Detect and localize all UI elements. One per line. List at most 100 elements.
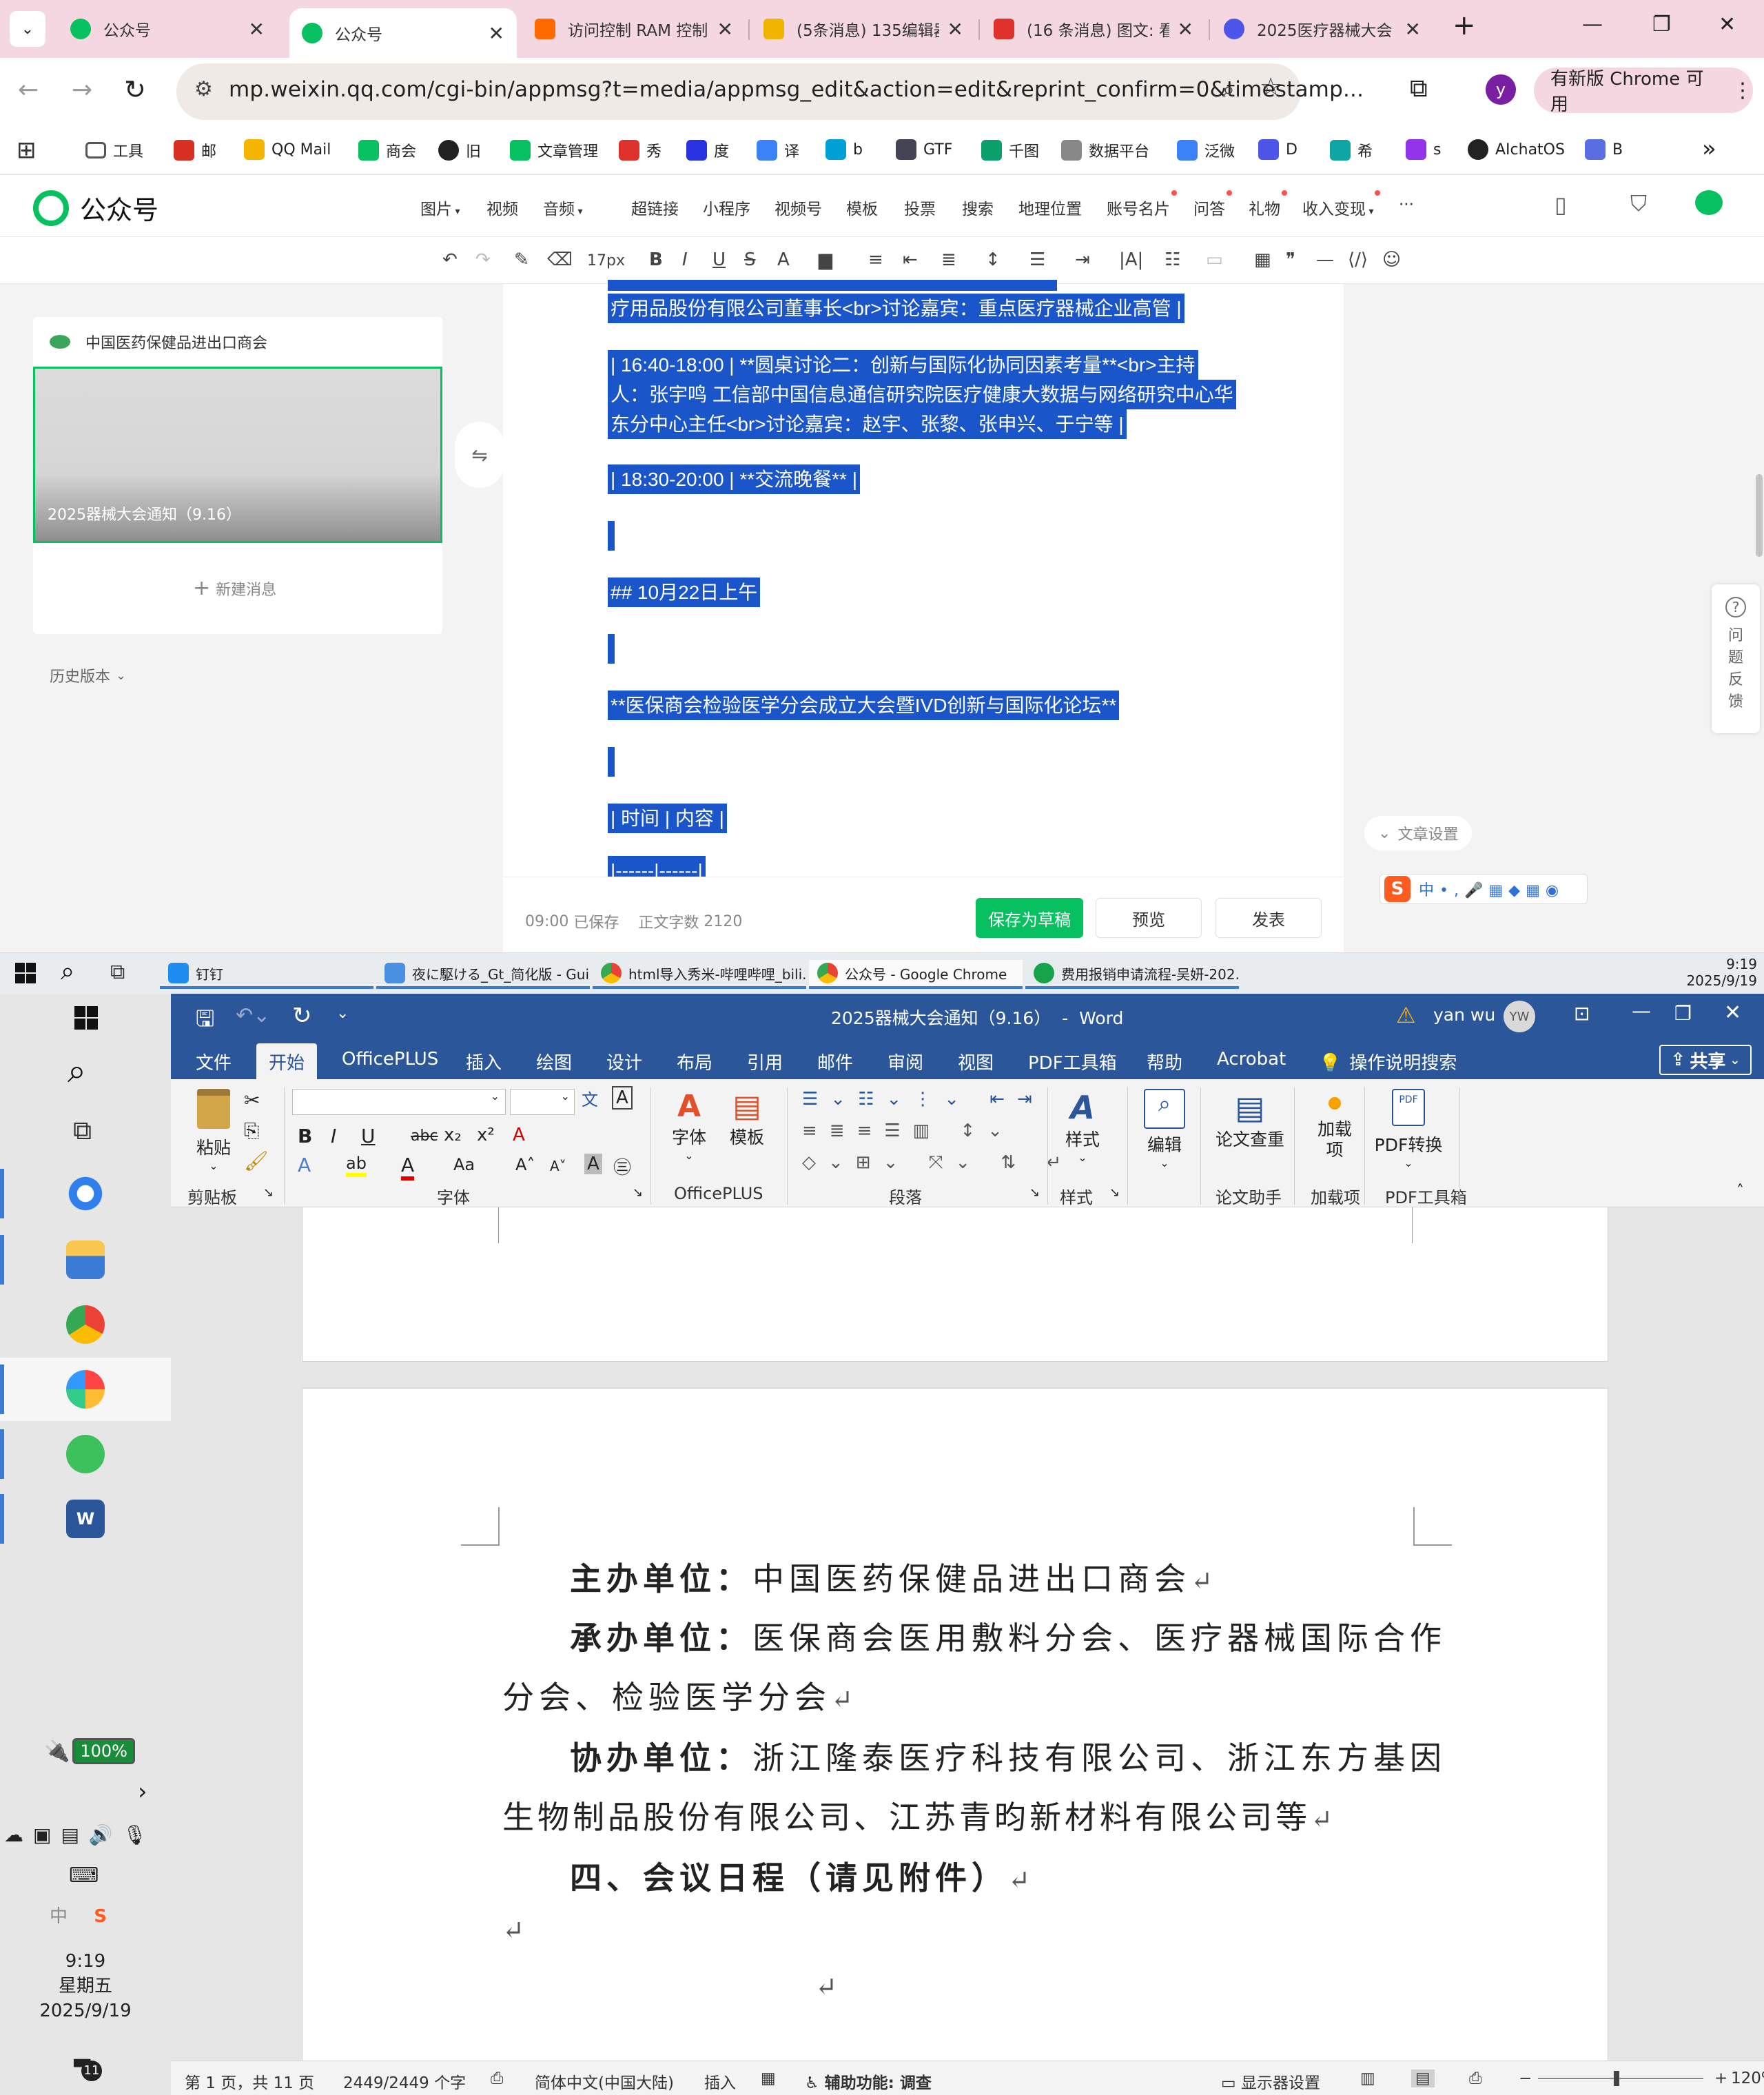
article-editor[interactable]: 疗用品股份有限公司董事长<br>讨论嘉宾：重点医疗器械企业高管 | | 16:4… <box>503 280 1344 877</box>
taskbar-chrome-mp[interactable]: 公众号 - Google Chrome <box>809 960 1023 989</box>
profile-avatar[interactable]: y <box>1486 74 1516 105</box>
bold-icon[interactable]: B <box>649 249 663 270</box>
close-icon[interactable]: ✕ <box>947 18 963 41</box>
bookmark-9[interactable]: b <box>825 139 863 160</box>
divider-icon[interactable]: — <box>1316 249 1334 270</box>
paragraph-spacing-icon[interactable]: ☰ <box>1029 249 1045 270</box>
swap-panel-button[interactable]: ⇋ <box>455 422 504 488</box>
emoji-icon[interactable]: ☺ <box>1382 249 1401 270</box>
clock[interactable]: 9:19 星期五 2025/9/19 <box>0 1949 171 2023</box>
warning-icon[interactable]: ⚠ <box>1396 1002 1416 1028</box>
new-message-button[interactable]: + 新建消息 <box>193 576 276 600</box>
grow-font-icon[interactable]: A˄ <box>515 1155 535 1174</box>
apps-grid-icon[interactable]: ⊞ <box>17 136 37 164</box>
superscript-icon[interactable]: x² <box>477 1125 495 1145</box>
word-count[interactable]: 2449/2449 个字 <box>343 2070 466 2093</box>
bookmark-18[interactable]: B <box>1585 139 1623 160</box>
display-settings[interactable]: ▭ 显示器设置 <box>1221 2070 1320 2093</box>
zoom-out-icon[interactable]: − <box>1519 2070 1532 2087</box>
font-color-icon[interactable]: A <box>401 1154 415 1181</box>
share-button[interactable]: ⇪ 共享 ⌄ <box>1659 1045 1752 1075</box>
format-brush-icon[interactable]: ✎ <box>514 249 529 270</box>
accessibility-status[interactable]: ♿ 辅助功能: 调查 <box>805 2070 932 2093</box>
strikethrough-icon[interactable]: S <box>744 249 756 270</box>
insert-mode[interactable]: 插入 <box>704 2070 736 2093</box>
publish-button[interactable]: 发表 <box>1216 898 1322 938</box>
mp-nav-3[interactable]: 超链接 <box>631 196 679 219</box>
alignment-icons[interactable]: ≡≣≡☰▥ ↕⌄ <box>802 1121 1015 1141</box>
bookmark-6[interactable]: 秀 <box>619 139 662 161</box>
bookmark-14[interactable]: D <box>1258 139 1298 160</box>
mp-nav-9[interactable]: 地理位置 <box>1018 196 1082 219</box>
task-view-icon[interactable]: ⧉ <box>73 1115 92 1146</box>
keyboard-icon[interactable]: ⌨ <box>69 1863 99 1888</box>
document-page[interactable]: 主办单位：中国医药保健品进出口商会↵ 承办单位：医保商会医用敷料分会、医疗器械国… <box>302 1388 1608 2077</box>
bookmark-1[interactable]: 邮 <box>174 139 216 161</box>
close-icon[interactable]: ✕ <box>1178 18 1193 41</box>
paragraph-tools-icons[interactable]: ☰⌄☷⌄⋮⌄ ⇤⇥ <box>802 1089 1045 1110</box>
collapse-ribbon-icon[interactable]: ˄ <box>1736 1183 1744 1200</box>
ribbon-display-icon[interactable]: ⊡ <box>1574 1002 1590 1025</box>
italic-icon[interactable]: I <box>682 249 688 270</box>
menu-home[interactable]: 开始 <box>256 1043 318 1079</box>
mp-nav-6[interactable]: 模板 <box>846 196 878 219</box>
bookmark-17[interactable]: AIchatOS <box>1468 139 1565 160</box>
chrome-icon[interactable] <box>66 1305 105 1344</box>
copy-icon[interactable]: ⎘ <box>244 1119 259 1143</box>
reload-icon[interactable]: ↻ <box>124 74 146 105</box>
font-color-icon[interactable]: A <box>777 249 790 270</box>
phonetic-guide-icon[interactable]: 文 <box>582 1086 598 1110</box>
bookmark-5[interactable]: 文章管理 <box>510 139 598 161</box>
feedback-widget[interactable]: ? 问 题 反 馈 <box>1712 584 1760 733</box>
zoom-icon[interactable]: ⌕ <box>1222 76 1235 103</box>
task-view-icon[interactable]: ⧉ <box>110 960 125 984</box>
tab-3[interactable]: 访问控制 RAM 控制 ✕ <box>522 7 746 51</box>
article-settings-button[interactable]: ⌄ 文章设置 <box>1364 816 1473 850</box>
copilot-icon[interactable] <box>66 1174 105 1213</box>
character-border-icon[interactable]: A <box>612 1086 633 1110</box>
dialog-launcher-icon[interactable]: ↘ <box>633 1185 643 1200</box>
shrink-font-icon[interactable]: A˅ <box>550 1158 566 1174</box>
font-size-select[interactable]: ⌄ <box>510 1089 575 1115</box>
doc-icon[interactable]: ▯ <box>1555 192 1567 218</box>
menu-insert[interactable]: 插入 <box>466 1049 502 1074</box>
font-tool-button[interactable]: A 字体 ⌄ <box>668 1089 710 1162</box>
extensions-icon[interactable]: ⧉ <box>1410 74 1428 103</box>
zoom-in-icon[interactable]: + <box>1714 2070 1727 2087</box>
align-icon[interactable]: ≡ <box>868 249 883 270</box>
ime-indicator[interactable]: 中 S <box>50 1902 107 1928</box>
document-page[interactable] <box>302 1207 1608 1362</box>
font-name-select[interactable]: ⌄ <box>292 1089 506 1115</box>
bookmark-10[interactable]: GTF <box>896 139 952 160</box>
bold-icon[interactable]: B <box>298 1125 312 1147</box>
underline-icon[interactable]: U <box>361 1125 376 1147</box>
change-case-icon[interactable]: Aa <box>453 1155 475 1174</box>
forward-icon[interactable]: → <box>72 76 92 104</box>
taskbar-dingtalk[interactable]: 钉钉 <box>160 960 373 989</box>
menu-layout[interactable]: 布局 <box>677 1049 712 1074</box>
menu-view[interactable]: 视图 <box>958 1049 994 1074</box>
chevron-right-icon[interactable]: › <box>138 1778 147 1806</box>
enclosed-char-icon[interactable]: ㊂ <box>613 1154 631 1179</box>
address-bar[interactable]: ⚙ mp.weixin.qq.com/cgi-bin/appmsg?t=medi… <box>176 63 1364 120</box>
tab-4[interactable]: (5条消息) 135编辑器 ✕ <box>751 7 976 51</box>
menu-file[interactable]: 文件 <box>196 1049 232 1074</box>
mp-nav-12[interactable]: 礼物 <box>1249 190 1287 219</box>
restore-icon[interactable]: ❐ <box>1674 1002 1692 1025</box>
cut-icon[interactable]: ✂ <box>244 1089 260 1112</box>
mp-logo[interactable]: 公众号 <box>33 189 158 227</box>
highlight-icon[interactable]: ▆ <box>819 249 832 270</box>
page-count[interactable]: 第 1 页，共 11 页 <box>185 2070 314 2093</box>
close-icon[interactable]: ✕ <box>1405 18 1421 41</box>
macro-icon[interactable]: ▦ <box>761 2070 776 2087</box>
tab-search-button[interactable]: ⌄ <box>10 11 45 47</box>
list-icon[interactable]: ☷ <box>1165 249 1180 270</box>
quote-icon[interactable]: ❞ <box>1286 249 1295 270</box>
strikethrough-icon[interactable]: abc <box>411 1127 438 1145</box>
letter-spacing-icon[interactable]: |A| <box>1119 249 1143 270</box>
menu-acrobat[interactable]: Acrobat <box>1217 1049 1286 1070</box>
menu-references[interactable]: 引用 <box>747 1049 783 1074</box>
restore-icon[interactable]: ❐ <box>1652 12 1671 37</box>
menu-design[interactable]: 设计 <box>606 1049 642 1074</box>
read-mode-icon[interactable]: ▥ <box>1360 2070 1375 2087</box>
